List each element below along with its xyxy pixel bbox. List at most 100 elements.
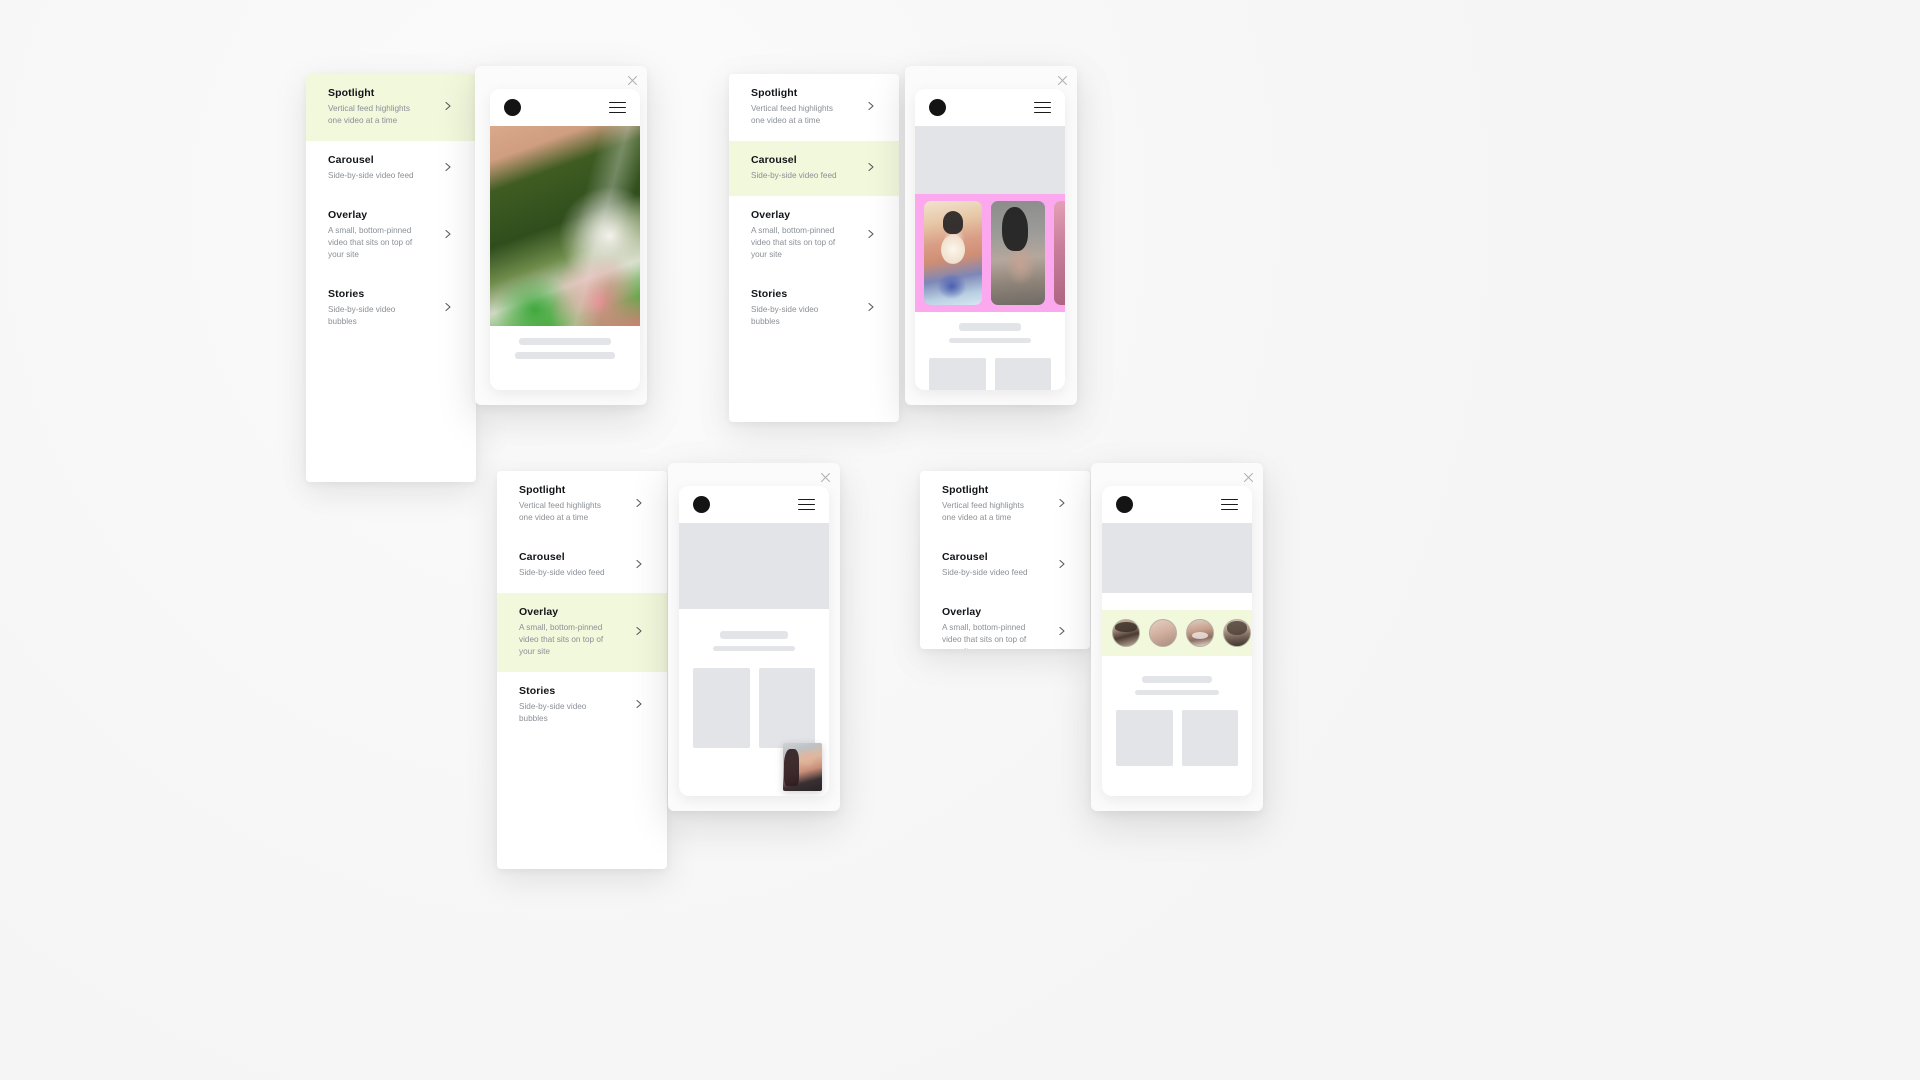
skeleton-line <box>712 646 796 651</box>
menu-item-title: Carousel <box>942 550 988 563</box>
chevron-right-icon <box>865 228 877 240</box>
phone-mockup-spotlight <box>475 66 647 405</box>
skeleton-line <box>519 338 611 345</box>
carousel-slide[interactable] <box>991 201 1045 305</box>
site-header <box>679 486 829 523</box>
menu-item-carousel[interactable]: Carousel Side-by-side video feed <box>306 141 476 196</box>
menu-item-title: Spotlight <box>942 484 989 496</box>
content-skeleton <box>1102 656 1252 695</box>
phone-mockup-stories <box>1091 463 1263 811</box>
menu-item-subtitle: Vertical feed highlights one video at a … <box>942 501 1024 523</box>
menu-panel-spotlight: Spotlight Vertical feed highlights one v… <box>306 74 476 482</box>
phone-mockup-carousel <box>905 66 1077 405</box>
menu-item-spotlight[interactable]: Spotlight Vertical feed highlights one v… <box>497 471 667 538</box>
tile-skeleton <box>693 668 750 748</box>
phone-screen <box>490 89 640 390</box>
tile-skeleton <box>1116 710 1173 766</box>
hamburger-menu-icon[interactable] <box>798 498 815 511</box>
menu-item-subtitle: A small, bottom-pinned video that sits o… <box>751 226 836 259</box>
menu-item-overlay[interactable]: Overlay A small, bottom-pinned video tha… <box>306 196 476 275</box>
content-skeleton <box>679 609 829 651</box>
skeleton-line <box>948 338 1032 343</box>
carousel-video-strip[interactable] <box>915 194 1065 312</box>
tile-skeleton <box>758 668 815 748</box>
tile-skeleton <box>994 358 1051 390</box>
menu-item-subtitle: Vertical feed highlights one video at a … <box>519 501 601 523</box>
menu-panel-overlay: Spotlight Vertical feed highlights one v… <box>497 471 667 869</box>
menu-item-title: Overlay <box>519 606 559 619</box>
menu-item-stories[interactable]: Stories Side-by-side video bubbles <box>497 672 667 739</box>
menu-item-stories[interactable]: Stories Side-by-side video bubbles <box>306 275 476 342</box>
menu-item-subtitle: A small, bottom-pinned video that sits o… <box>942 623 1027 649</box>
menu-item-title: Carousel <box>519 550 565 563</box>
menu-item-title: Carousel <box>751 153 797 166</box>
brand-dot-icon <box>929 99 946 116</box>
story-bubble[interactable] <box>1223 619 1251 647</box>
close-icon[interactable] <box>1243 472 1254 483</box>
menu-item-carousel[interactable]: Carousel Side-by-side video feed <box>497 538 667 593</box>
menu-item-stories[interactable]: Stories Side-by-side video bubbles <box>729 275 899 342</box>
menu-item-subtitle: Vertical feed highlights one video at a … <box>751 104 833 126</box>
menu-item-title: Stories <box>519 684 556 697</box>
site-header <box>1102 486 1252 523</box>
content-skeleton <box>490 326 640 359</box>
chevron-right-icon <box>442 301 454 313</box>
tile-skeleton <box>929 358 986 390</box>
menu-item-spotlight[interactable]: Spotlight Vertical feed highlights one v… <box>306 74 476 141</box>
phone-mockup-overlay <box>668 463 840 811</box>
skeleton-line <box>514 352 616 359</box>
close-icon[interactable] <box>820 472 831 483</box>
menu-item-subtitle: Side-by-side video bubbles <box>328 305 396 326</box>
menu-item-title: Stories <box>751 287 788 300</box>
menu-item-carousel[interactable]: Carousel Side-by-side video feed <box>920 538 1090 593</box>
skeleton-line <box>1134 690 1220 695</box>
menu-item-title: Spotlight <box>751 87 798 99</box>
brand-dot-icon <box>693 496 710 513</box>
menu-panel-stories: Spotlight Vertical feed highlights one v… <box>920 471 1090 649</box>
menu-item-subtitle: A small, bottom-pinned video that sits o… <box>519 623 604 656</box>
menu-item-subtitle: Side-by-side video feed <box>328 171 414 181</box>
story-bubble[interactable] <box>1112 619 1140 647</box>
spotlight-video-preview[interactable] <box>490 126 640 326</box>
story-bubble[interactable] <box>1149 619 1177 647</box>
chevron-right-icon <box>633 558 645 570</box>
close-icon[interactable] <box>627 75 638 86</box>
tile-skeleton-row <box>1102 702 1252 766</box>
carousel-slide[interactable] <box>1054 201 1065 305</box>
skeleton-line <box>1141 676 1213 683</box>
hamburger-menu-icon[interactable] <box>1221 498 1238 511</box>
overlay-pinned-video[interactable] <box>783 743 822 791</box>
hero-skeleton <box>915 126 1065 194</box>
menu-item-subtitle: Side-by-side video bubbles <box>519 702 587 723</box>
menu-item-spotlight[interactable]: Spotlight Vertical feed highlights one v… <box>729 74 899 141</box>
story-bubble[interactable] <box>1186 619 1214 647</box>
spacer <box>1102 593 1252 610</box>
chevron-right-icon <box>865 301 877 313</box>
menu-item-spotlight[interactable]: Spotlight Vertical feed highlights one v… <box>920 471 1090 538</box>
chevron-right-icon <box>442 161 454 173</box>
skeleton-line <box>719 631 789 639</box>
menu-item-overlay[interactable]: Overlay A small, bottom-pinned video tha… <box>920 593 1090 649</box>
chevron-right-icon <box>633 625 645 637</box>
page-root: Spotlight Vertical feed highlights one v… <box>0 0 1920 1080</box>
menu-item-title: Overlay <box>328 209 368 222</box>
menu-item-subtitle: Side-by-side video feed <box>519 568 605 578</box>
menu-item-title: Overlay <box>751 209 791 222</box>
menu-item-overlay[interactable]: Overlay A small, bottom-pinned video tha… <box>497 593 667 672</box>
hamburger-menu-icon[interactable] <box>1034 101 1051 114</box>
hero-skeleton <box>1102 523 1252 593</box>
phone-screen <box>915 89 1065 390</box>
menu-item-title: Overlay <box>942 606 982 619</box>
carousel-slide[interactable] <box>924 201 982 305</box>
close-icon[interactable] <box>1057 75 1068 86</box>
site-header <box>490 89 640 126</box>
tile-skeleton-row <box>679 658 829 748</box>
menu-item-overlay[interactable]: Overlay A small, bottom-pinned video tha… <box>729 196 899 275</box>
phone-screen <box>679 486 829 796</box>
hamburger-menu-icon[interactable] <box>609 101 626 114</box>
menu-item-subtitle: Side-by-side video feed <box>942 568 1028 578</box>
menu-item-title: Spotlight <box>519 484 566 496</box>
content-skeleton <box>915 312 1065 343</box>
menu-item-carousel[interactable]: Carousel Side-by-side video feed <box>729 140 899 197</box>
stories-bubble-row[interactable] <box>1102 610 1252 656</box>
